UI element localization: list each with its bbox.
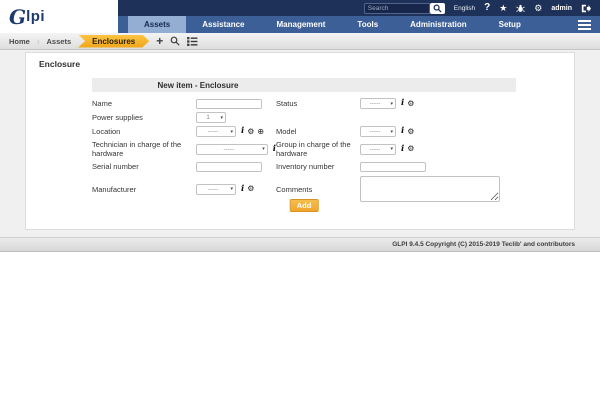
- breadcrumb-home[interactable]: Home: [9, 37, 30, 46]
- model-label: Model: [276, 127, 360, 136]
- nav-item-setup[interactable]: Setup: [483, 16, 537, 33]
- nav-item-administration[interactable]: Administration: [394, 16, 482, 33]
- form-row: Location ----- ▾ i ⚙ ⊕ Model -----: [92, 126, 516, 137]
- form-row: Name Status ----- ▾ i ⚙: [92, 98, 516, 109]
- logo-g: G: [9, 7, 26, 27]
- breadcrumb: Home › Assets Enclosures +: [0, 33, 600, 50]
- chevron-down-icon: ▾: [390, 146, 393, 152]
- globe-icon[interactable]: ⊕: [257, 128, 264, 136]
- location-select[interactable]: ----- ▾: [196, 126, 236, 137]
- info-icon[interactable]: i: [401, 127, 404, 136]
- search-input[interactable]: [364, 3, 430, 14]
- breadcrumb-current-enclosures[interactable]: Enclosures: [78, 35, 149, 48]
- power-supplies-select[interactable]: 1 ▾: [196, 112, 226, 123]
- help-icon[interactable]: ?: [484, 3, 490, 13]
- model-select[interactable]: ----- ▾: [360, 126, 396, 137]
- serial-number-field[interactable]: [196, 162, 262, 172]
- group-label: Group in charge of the hardware: [276, 140, 360, 158]
- search-icon[interactable]: [170, 36, 180, 46]
- global-search: [364, 3, 445, 14]
- inventory-number-field[interactable]: [360, 162, 426, 172]
- chevron-down-icon: ▾: [390, 129, 393, 135]
- nav-item-assets[interactable]: Assets: [128, 16, 186, 33]
- group-select[interactable]: ----- ▾: [360, 144, 396, 155]
- gear-icon[interactable]: ⚙: [407, 145, 414, 153]
- nav-item-tools[interactable]: Tools: [341, 16, 394, 33]
- comments-field[interactable]: [360, 176, 500, 202]
- info-icon[interactable]: i: [401, 145, 404, 154]
- form-row: Serial number Inventory number: [92, 161, 516, 172]
- power-supplies-label: Power supplies: [92, 113, 196, 122]
- gear-icon[interactable]: ⚙: [534, 4, 542, 13]
- breadcrumb-assets[interactable]: Assets: [47, 37, 72, 46]
- info-icon[interactable]: i: [401, 99, 404, 108]
- logo-text: lpi: [26, 8, 45, 25]
- content-card: Enclosure New item - Enclosure Name Stat…: [25, 52, 575, 230]
- add-button[interactable]: Add: [290, 199, 319, 212]
- gear-icon[interactable]: ⚙: [407, 128, 414, 136]
- chevron-right-icon: ›: [37, 37, 40, 46]
- gear-icon[interactable]: ⚙: [247, 185, 254, 193]
- manufacturer-label: Manufacturer: [92, 185, 196, 194]
- serial-number-label: Serial number: [92, 162, 196, 171]
- chevron-down-icon: ▾: [220, 115, 223, 121]
- info-icon[interactable]: i: [241, 185, 244, 194]
- footer: GLPI 9.4.5 Copyright (C) 2015-2019 Tecli…: [0, 237, 600, 252]
- chevron-down-icon: ▾: [262, 146, 265, 152]
- location-label: Location: [92, 127, 196, 136]
- chevron-down-icon: ▾: [230, 129, 233, 135]
- status-select[interactable]: ----- ▾: [360, 98, 396, 109]
- technician-label: Technician in charge of the hardware: [92, 140, 196, 158]
- copyright-text: GLPI 9.4.5 Copyright (C) 2015-2019 Tecli…: [392, 241, 575, 248]
- gear-icon[interactable]: ⚙: [247, 128, 254, 136]
- technician-select[interactable]: ----- ▾: [196, 144, 268, 155]
- form-row: Power supplies 1 ▾: [92, 112, 516, 123]
- search-icon: [433, 4, 442, 13]
- inventory-number-label: Inventory number: [276, 162, 360, 171]
- glpi-logo[interactable]: Glpi: [0, 0, 118, 33]
- user-menu[interactable]: admin: [551, 5, 572, 12]
- language-selector[interactable]: English: [454, 5, 475, 12]
- item-type-title: Enclosure: [39, 59, 80, 69]
- bug-icon[interactable]: [516, 4, 525, 13]
- name-field[interactable]: [196, 99, 262, 109]
- form-row: Technician in charge of the hardware ---…: [92, 140, 516, 158]
- comments-label: Comments: [276, 185, 360, 194]
- nav-item-management[interactable]: Management: [261, 16, 342, 33]
- add-icon[interactable]: +: [156, 35, 163, 47]
- chevron-down-icon: ▾: [230, 186, 233, 192]
- enclosure-form: New item - Enclosure Name Status ----- ▾…: [92, 78, 516, 205]
- hamburger-menu-icon[interactable]: [578, 20, 591, 30]
- list-view-icon[interactable]: [187, 37, 198, 46]
- form-title: New item - Enclosure: [92, 81, 304, 90]
- gear-icon[interactable]: ⚙: [407, 100, 414, 108]
- name-label: Name: [92, 99, 196, 108]
- form-header: New item - Enclosure: [92, 78, 516, 92]
- nav-item-assistance[interactable]: Assistance: [186, 16, 260, 33]
- info-icon[interactable]: i: [241, 127, 244, 136]
- star-icon[interactable]: ★: [499, 4, 507, 13]
- manufacturer-select[interactable]: ----- ▾: [196, 184, 236, 195]
- status-label: Status: [276, 99, 360, 108]
- search-button[interactable]: [430, 3, 445, 14]
- logout-icon[interactable]: [581, 4, 591, 13]
- chevron-down-icon: ▾: [390, 101, 393, 107]
